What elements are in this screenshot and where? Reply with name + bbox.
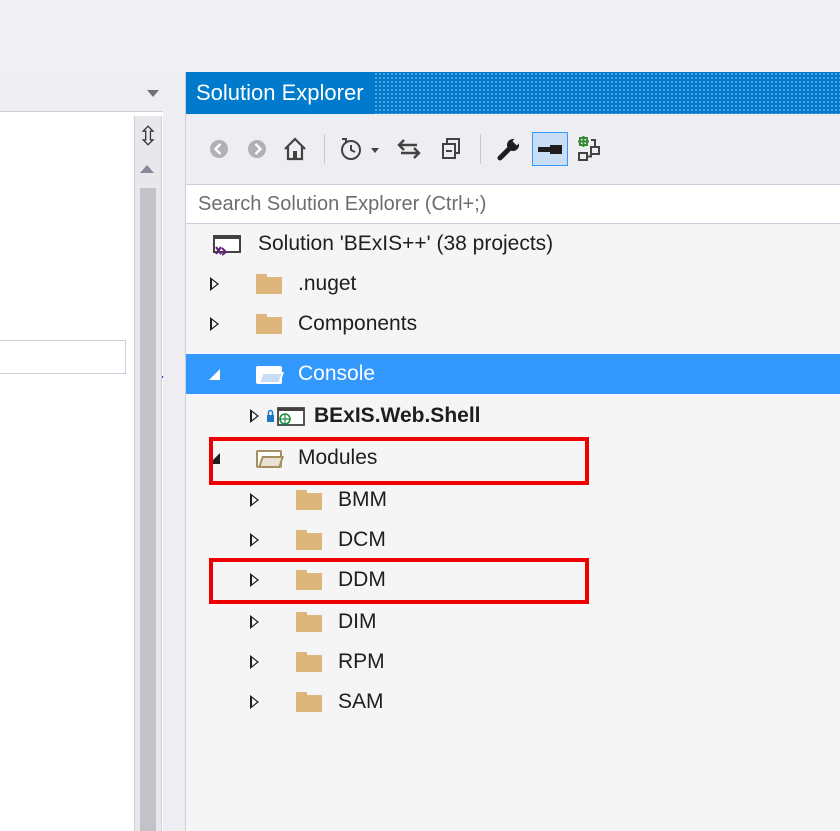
tree-item-label: .nuget bbox=[298, 272, 357, 295]
solution-label: Solution 'BExIS++' (38 projects) bbox=[258, 232, 554, 255]
tree-item-nuget[interactable]: .nuget bbox=[186, 264, 840, 304]
panel-title: Solution Explorer bbox=[186, 72, 374, 114]
title-bar-area bbox=[0, 0, 840, 72]
tree-item-bmm[interactable]: BMM bbox=[186, 480, 840, 520]
folder-icon bbox=[296, 490, 322, 510]
forward-icon bbox=[248, 140, 266, 158]
tree-item-bexis-web-shell[interactable]: BExIS.Web.Shell bbox=[186, 396, 840, 436]
folder-icon bbox=[296, 652, 322, 672]
scrollbar-thumb[interactable] bbox=[140, 188, 156, 831]
sync-with-active-document-button[interactable] bbox=[392, 132, 426, 166]
expand-arrow-icon[interactable] bbox=[248, 492, 262, 508]
tree-item-sam[interactable]: SAM bbox=[186, 682, 840, 722]
home-icon bbox=[284, 137, 306, 161]
open-folder-icon bbox=[256, 364, 286, 386]
tree-item-label: RPM bbox=[338, 650, 385, 673]
expand-arrow-icon[interactable] bbox=[248, 408, 262, 424]
tree-item-modules[interactable]: Modules bbox=[186, 438, 840, 478]
back-icon bbox=[210, 140, 228, 158]
open-folder-icon bbox=[256, 448, 286, 470]
split-window-icon[interactable]: ⇳ bbox=[136, 122, 160, 152]
tree-item-dim[interactable]: DIM bbox=[186, 602, 840, 642]
pending-changes-filter-icon bbox=[341, 138, 379, 160]
folder-icon bbox=[296, 530, 322, 550]
tree-item-label: DIM bbox=[338, 610, 377, 633]
editor-pane bbox=[0, 72, 134, 831]
properties-button[interactable] bbox=[492, 132, 526, 166]
tree-item-dcm[interactable]: DCM bbox=[186, 520, 840, 560]
editor-input-field[interactable] bbox=[0, 340, 126, 374]
tree-item-solution[interactable]: Solution 'BExIS++' (38 projects) bbox=[186, 224, 840, 264]
solution-explorer-toolbar bbox=[186, 114, 840, 184]
editor-dropdown-arrow-icon[interactable] bbox=[145, 86, 159, 100]
properties-wrench-icon bbox=[497, 137, 521, 161]
collapse-arrow-icon[interactable] bbox=[208, 450, 222, 466]
preview-selected-icon bbox=[538, 145, 562, 154]
folder-icon bbox=[296, 692, 322, 712]
tree-item-label: SAM bbox=[338, 690, 384, 713]
expand-arrow-icon[interactable] bbox=[208, 276, 222, 292]
home-button[interactable] bbox=[278, 132, 312, 166]
expand-arrow-icon[interactable] bbox=[248, 614, 262, 630]
solution-explorer-search[interactable] bbox=[186, 184, 840, 224]
solution-explorer-panel: Solution Explorer Search Solution Explor… bbox=[185, 72, 840, 831]
folder-icon bbox=[256, 314, 282, 334]
back-button[interactable] bbox=[204, 132, 234, 166]
scroll-up-arrow-icon[interactable] bbox=[139, 162, 155, 176]
web-project-lock-icon bbox=[267, 407, 305, 426]
tree-item-label: Components bbox=[298, 312, 418, 335]
tree-item-components[interactable]: Components bbox=[186, 304, 840, 344]
folder-icon bbox=[296, 612, 322, 632]
toolbar-separator bbox=[480, 134, 481, 164]
expand-arrow-icon[interactable] bbox=[248, 572, 262, 588]
collapse-all-icon bbox=[442, 138, 460, 159]
tree-item-label: Modules bbox=[298, 446, 378, 469]
solution-tree: Solution 'BExIS++' (38 projects) .nuget … bbox=[186, 224, 840, 831]
class-view-button[interactable] bbox=[572, 132, 606, 166]
solution-explorer-titlebar[interactable]: Solution Explorer bbox=[186, 72, 840, 114]
panel-gutter bbox=[163, 72, 185, 831]
search-input[interactable] bbox=[186, 185, 840, 223]
tree-item-label: BExIS.Web.Shell bbox=[314, 404, 481, 427]
visual-studio-solution-icon bbox=[213, 235, 241, 256]
folder-icon bbox=[256, 274, 282, 294]
expand-arrow-icon[interactable] bbox=[248, 654, 262, 670]
expand-arrow-icon[interactable] bbox=[248, 532, 262, 548]
folder-icon bbox=[296, 570, 322, 590]
forward-button[interactable] bbox=[242, 132, 272, 166]
collapse-all-button[interactable] bbox=[434, 132, 468, 166]
expand-arrow-icon[interactable] bbox=[208, 316, 222, 332]
toolbar-separator bbox=[324, 134, 325, 164]
pending-changes-filter-button[interactable] bbox=[336, 132, 384, 166]
tree-item-rpm[interactable]: RPM bbox=[186, 642, 840, 682]
tree-item-label: Console bbox=[298, 362, 376, 385]
tree-item-label: DDM bbox=[338, 568, 386, 591]
class-view-icon bbox=[578, 136, 600, 161]
editor-header bbox=[0, 72, 168, 112]
preview-selected-items-button[interactable] bbox=[532, 132, 568, 166]
tree-item-console[interactable]: Console bbox=[186, 354, 840, 394]
sync-icon bbox=[397, 139, 421, 159]
expand-arrow-icon[interactable] bbox=[248, 694, 262, 710]
tree-item-label: BMM bbox=[338, 488, 387, 511]
tree-item-label: DCM bbox=[338, 528, 386, 551]
tree-item-ddm[interactable]: DDM bbox=[186, 560, 840, 600]
collapse-arrow-icon[interactable] bbox=[208, 366, 222, 382]
